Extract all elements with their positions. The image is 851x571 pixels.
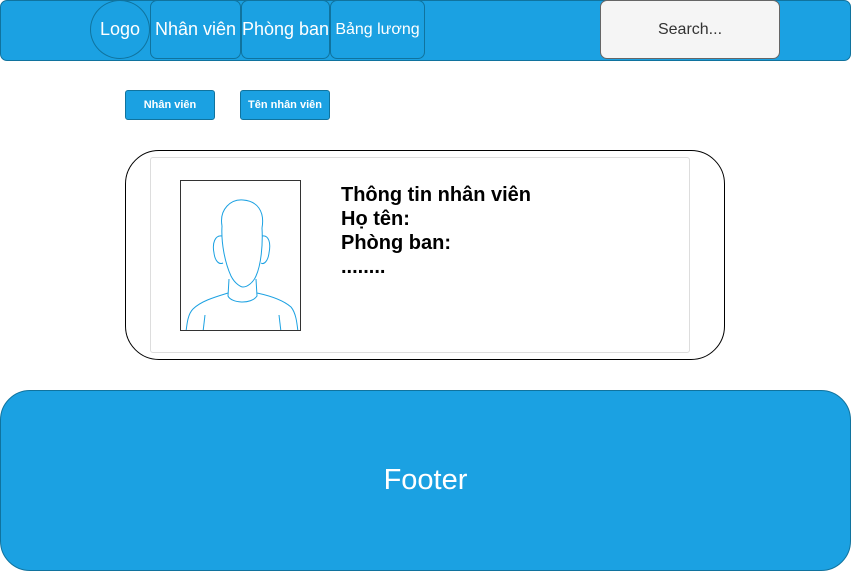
employee-button[interactable]: Nhân viên [125, 90, 215, 120]
nav-item-payroll[interactable]: Bảng lương [330, 0, 425, 59]
search-input[interactable]: Search... [600, 0, 780, 59]
nav-item-employees[interactable]: Nhân viên [150, 0, 241, 59]
department-label: Phòng ban: [341, 232, 451, 254]
person-avatar-icon [185, 199, 299, 330]
nav-item-departments[interactable]: Phòng ban [241, 0, 330, 59]
more-ellipsis: ........ [341, 256, 386, 278]
logo[interactable]: Logo [90, 0, 150, 59]
employee-name-button[interactable]: Tên nhân viên [240, 90, 330, 120]
employee-photo [180, 180, 301, 331]
card-title: Thông tin nhân viên [341, 184, 531, 206]
name-label: Họ tên: [341, 208, 410, 230]
footer: Footer [0, 390, 851, 571]
employee-info: Thông tin nhân viên Họ tên: Phòng ban: .… [341, 183, 531, 279]
